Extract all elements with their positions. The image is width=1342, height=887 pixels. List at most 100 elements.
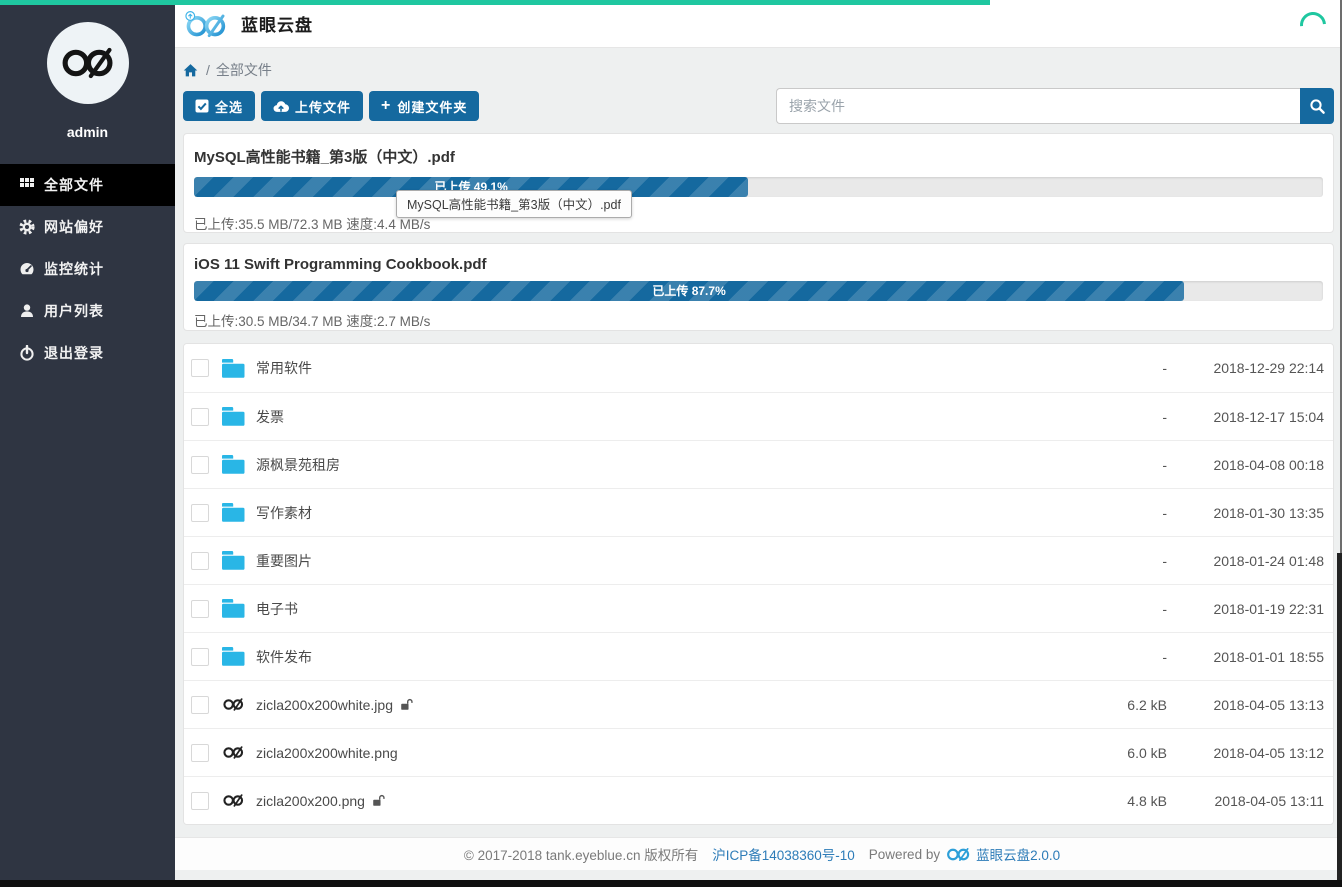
file-row[interactable]: zicla200x200white.jpg 6.2 kB2018-04-05 13… [184,680,1333,728]
image-file-icon [222,698,246,711]
file-date: 2018-01-24 01:48 [1167,553,1324,569]
file-name[interactable]: 软件发布 [256,647,312,667]
file-date: 2018-04-08 00:18 [1167,457,1324,473]
sidebar-item-label: 退出登录 [44,343,104,363]
file-row[interactable]: 写作素材-2018-01-30 13:35 [184,488,1333,536]
toolbar: 全选 上传文件 + 创建文件夹 [183,88,1334,124]
bottom-edge [0,880,1342,887]
gauge-icon [19,261,35,277]
folder-icon [222,503,246,522]
file-row[interactable]: 电子书 -2018-01-19 22:31 [184,584,1333,632]
lock-open-icon [372,794,385,807]
row-checkbox[interactable] [191,744,209,762]
breadcrumb: / 全部文件 [183,60,1334,80]
file-date: 2018-04-05 13:11 [1167,793,1324,809]
file-row[interactable]: zicla200x200.png 4.8 kB2018-04-05 13:11 [184,776,1333,824]
footer-logo-icon [946,847,972,862]
home-icon[interactable] [183,63,198,78]
file-name[interactable]: 写作素材 [256,503,312,523]
row-checkbox[interactable] [191,359,209,377]
row-checkbox[interactable] [191,408,209,426]
main-area: 蓝眼云盘 / 全部文件 全选 上传文件 [175,0,1342,887]
file-name[interactable]: zicla200x200.png [256,793,365,809]
app-title: 蓝眼云盘 [241,11,313,36]
row-checkbox[interactable] [191,456,209,474]
file-name[interactable]: 常用软件 [256,358,312,378]
plus-icon: + [381,98,391,114]
file-date: 2018-12-29 22:14 [1167,360,1324,376]
upload-file-name: MySQL高性能书籍_第3版（中文）.pdf [194,146,1323,167]
version-link[interactable]: 蓝眼云盘2.0.0 [976,844,1060,864]
file-name[interactable]: zicla200x200white.png [256,745,398,761]
image-file-icon [222,794,246,807]
avatar[interactable] [47,22,129,104]
powered-by-text: Powered by [869,847,940,862]
sidebar-item-preferences[interactable]: 网站偏好 [0,206,175,248]
folder-icon [222,647,246,666]
upload-card: iOS 11 Swift Programming Cookbook.pdf 已上… [183,243,1334,331]
file-size: 6.2 kB [1067,697,1167,713]
sidebar-nav: 全部文件 网站偏好 监控统计 [0,164,175,374]
progress-track: 已上传 87.7% [194,281,1323,301]
folder-icon [222,407,246,426]
file-name[interactable]: 重要图片 [256,551,312,571]
image-file-icon [222,746,246,759]
file-row[interactable]: 软件发布-2018-01-01 18:55 [184,632,1333,680]
search-icon [1309,98,1326,115]
file-size: - [1067,649,1167,665]
file-row[interactable]: 常用软件 -2018-12-29 22:14 [184,344,1333,392]
row-checkbox[interactable] [191,600,209,618]
file-size: 6.0 kB [1067,745,1167,761]
scrollbar-thumb[interactable] [1337,553,1342,887]
sidebar-item-label: 网站偏好 [44,217,104,237]
sidebar-item-logout[interactable]: 退出登录 [0,332,175,374]
folder-icon [222,455,246,474]
upload-stats: 已上传:30.5 MB/34.7 MB 速度:2.7 MB/s [194,310,1323,330]
row-checkbox[interactable] [191,648,209,666]
upload-file-button[interactable]: 上传文件 [261,91,363,121]
file-date: 2018-01-19 22:31 [1167,601,1324,617]
create-folder-button[interactable]: + 创建文件夹 [369,91,479,121]
file-date: 2018-04-05 13:12 [1167,745,1324,761]
file-row[interactable]: 源枫景苑租房-2018-04-08 00:18 [184,440,1333,488]
progress-track: 已上传 49.1% [194,177,1323,197]
icp-link[interactable]: 沪ICP备14038360号-10 [712,844,855,864]
file-size: - [1067,601,1167,617]
row-checkbox[interactable] [191,792,209,810]
sidebar-item-users[interactable]: 用户列表 [0,290,175,332]
file-date: 2018-12-17 15:04 [1167,409,1324,425]
power-icon [19,345,35,361]
file-row[interactable]: zicla200x200white.png 6.0 kB2018-04-05 13… [184,728,1333,776]
file-size: - [1067,360,1167,376]
cloud-upload-icon [273,100,289,113]
row-checkbox[interactable] [191,696,209,714]
file-name[interactable]: 电子书 [256,599,298,619]
upload-card: MySQL高性能书籍_第3版（中文）.pdf 已上传 49.1% 已上传:35.… [183,133,1334,233]
lock-open-icon [400,698,413,711]
folder-icon [222,551,246,570]
breadcrumb-current[interactable]: 全部文件 [216,60,272,80]
select-all-button[interactable]: 全选 [183,91,255,121]
page-loading-bar [0,0,990,5]
footer: © 2017-2018 tank.eyeblue.cn 版权所有 沪ICP备14… [175,837,1342,870]
sidebar-item-monitoring[interactable]: 监控统计 [0,248,175,290]
sidebar-item-all-files[interactable]: 全部文件 [0,164,175,206]
progress-bar: 已上传 87.7% [194,281,1184,301]
row-checkbox[interactable] [191,552,209,570]
file-row[interactable]: 发票-2018-12-17 15:04 [184,392,1333,440]
file-name[interactable]: zicla200x200white.jpg [256,697,393,713]
file-date: 2018-04-05 13:13 [1167,697,1324,713]
file-size: - [1067,505,1167,521]
file-size: 4.8 kB [1067,793,1167,809]
row-checkbox[interactable] [191,504,209,522]
gear-icon [19,219,35,235]
folder-icon [222,599,246,618]
breadcrumb-separator: / [206,62,210,78]
file-name[interactable]: 源枫景苑租房 [256,455,340,475]
search-button[interactable] [1300,88,1334,124]
select-all-label: 全选 [215,97,243,116]
file-row[interactable]: 重要图片-2018-01-24 01:48 [184,536,1333,584]
file-name[interactable]: 发票 [256,407,284,427]
search-input[interactable] [776,88,1300,124]
sidebar-item-label: 用户列表 [44,301,104,321]
